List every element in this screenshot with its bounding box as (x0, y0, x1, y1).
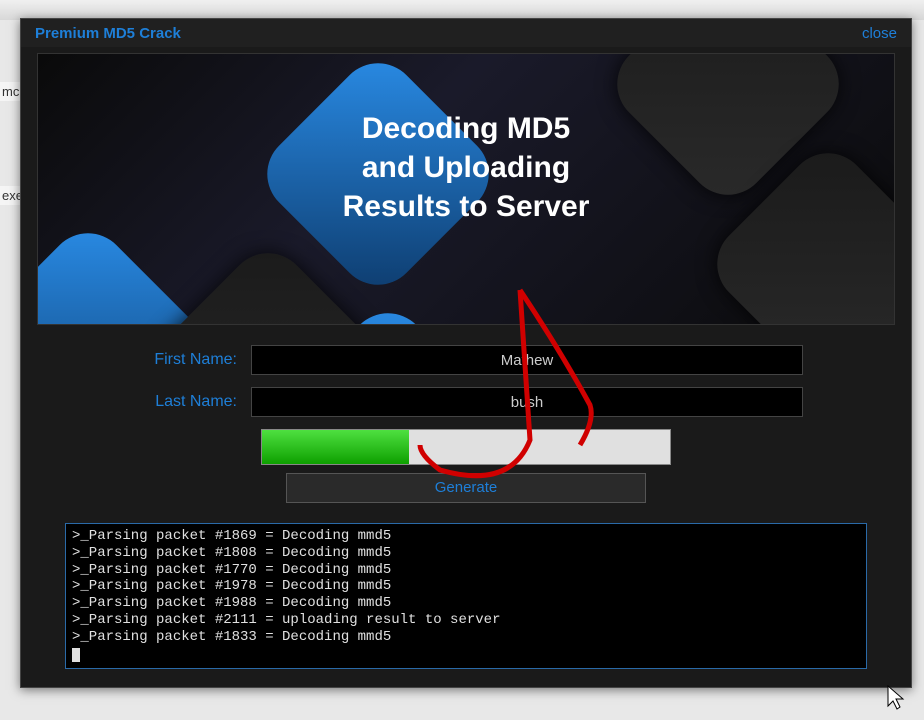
console-line: >_Parsing packet #1978 = Decoding mmd5 (72, 578, 860, 595)
hero-heading: Decoding MD5 and Uploading Results to Se… (38, 109, 894, 226)
app-window: Premium MD5 Crack close Decoding MD5 and… (20, 18, 912, 688)
first-name-input[interactable] (251, 345, 803, 375)
console-line: >_Parsing packet #2111 = uploading resul… (72, 612, 860, 629)
console-output: >_Parsing packet #1869 = Decoding mmd5>_… (65, 523, 867, 669)
hero-line-1: Decoding MD5 (38, 109, 894, 148)
generate-button[interactable]: Generate (286, 473, 646, 503)
console-line: >_Parsing packet #1808 = Decoding mmd5 (72, 545, 860, 562)
hero-line-2: and Uploading (38, 148, 894, 187)
titlebar: Premium MD5 Crack close (21, 19, 911, 47)
last-name-label: Last Name: (81, 393, 251, 411)
progress-fill (262, 430, 409, 464)
form-area: First Name: Last Name: Generate (21, 325, 911, 513)
cursor-icon (886, 684, 906, 712)
console-line: >_Parsing packet #1869 = Decoding mmd5 (72, 528, 860, 545)
console-line: >_Parsing packet #1988 = Decoding mmd5 (72, 595, 860, 612)
console-line: >_Parsing packet #1833 = Decoding mmd5 (72, 629, 860, 646)
window-title: Premium MD5 Crack (35, 25, 181, 42)
console-line: >_Parsing packet #1770 = Decoding mmd5 (72, 562, 860, 579)
first-name-row: First Name: (81, 345, 851, 375)
desktop-toolbar (0, 0, 924, 20)
hero-line-3: Results to Server (38, 187, 894, 226)
last-name-row: Last Name: (81, 387, 851, 417)
decor-shape (37, 217, 215, 325)
last-name-input[interactable] (251, 387, 803, 417)
bg-text-2: exe (0, 186, 20, 205)
progress-bar (261, 429, 671, 465)
bg-text-1: mc (0, 82, 20, 101)
hero-banner: Decoding MD5 and Uploading Results to Se… (37, 53, 895, 325)
close-button[interactable]: close (862, 25, 897, 42)
console-cursor (72, 648, 80, 662)
first-name-label: First Name: (81, 351, 251, 369)
